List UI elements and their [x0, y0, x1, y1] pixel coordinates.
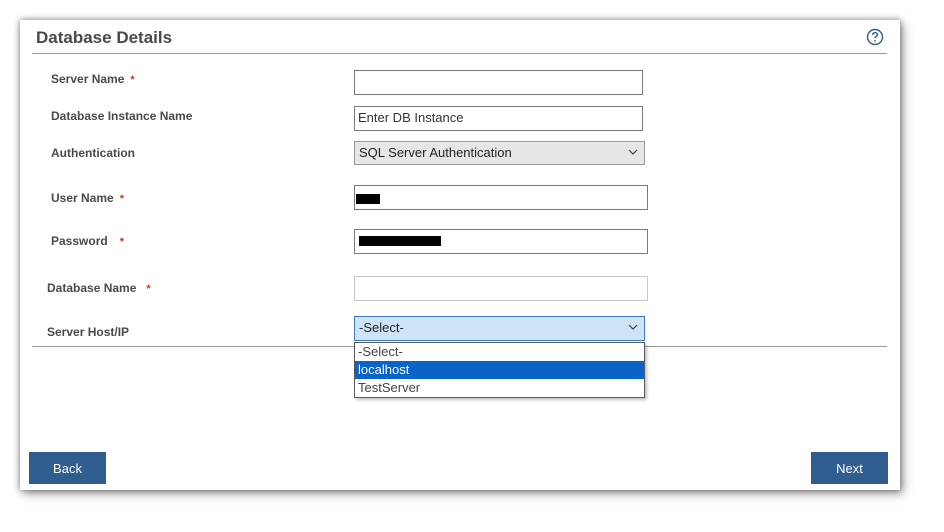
database-name-input[interactable]	[354, 276, 648, 301]
server-name-input[interactable]	[354, 70, 643, 95]
dropdown-option[interactable]: -Select-	[355, 343, 644, 361]
server-host-selected: -Select-	[359, 320, 404, 335]
password-input[interactable]	[354, 229, 648, 254]
dropdown-option[interactable]: TestServer	[355, 379, 644, 397]
server-host-dropdown-list: -Select- localhost TestServer	[354, 342, 645, 398]
database-name-label: Database Name *	[47, 281, 151, 295]
redacted-value	[359, 236, 441, 246]
required-mark: *	[119, 236, 124, 248]
authentication-selected: SQL Server Authentication	[359, 145, 512, 160]
server-host-select[interactable]: -Select-	[354, 316, 645, 341]
required-mark: *	[146, 283, 151, 295]
chevron-down-icon	[628, 149, 638, 155]
question-circle-icon[interactable]	[866, 28, 884, 46]
header-divider	[32, 53, 887, 54]
redacted-value	[356, 194, 380, 204]
server-host-label: Server Host/IP	[47, 325, 130, 339]
next-button[interactable]: Next	[811, 452, 888, 484]
instance-name-label: Database Instance Name	[51, 109, 193, 123]
authentication-select[interactable]: SQL Server Authentication	[354, 141, 645, 165]
back-button[interactable]: Back	[29, 452, 106, 484]
password-label: Password *	[51, 234, 124, 248]
required-mark: *	[130, 74, 135, 86]
user-name-input[interactable]	[354, 185, 648, 210]
authentication-label: Authentication	[51, 146, 135, 160]
user-name-label: User Name *	[51, 191, 124, 205]
database-details-panel: Database Details Server Name * Database I…	[20, 20, 900, 490]
chevron-down-icon	[628, 324, 638, 330]
page-title: Database Details	[36, 28, 173, 47]
server-name-label: Server Name *	[51, 72, 135, 86]
required-mark: *	[119, 193, 124, 205]
dropdown-option-highlighted[interactable]: localhost	[355, 361, 644, 379]
instance-name-input[interactable]: Enter DB Instance	[354, 106, 643, 131]
